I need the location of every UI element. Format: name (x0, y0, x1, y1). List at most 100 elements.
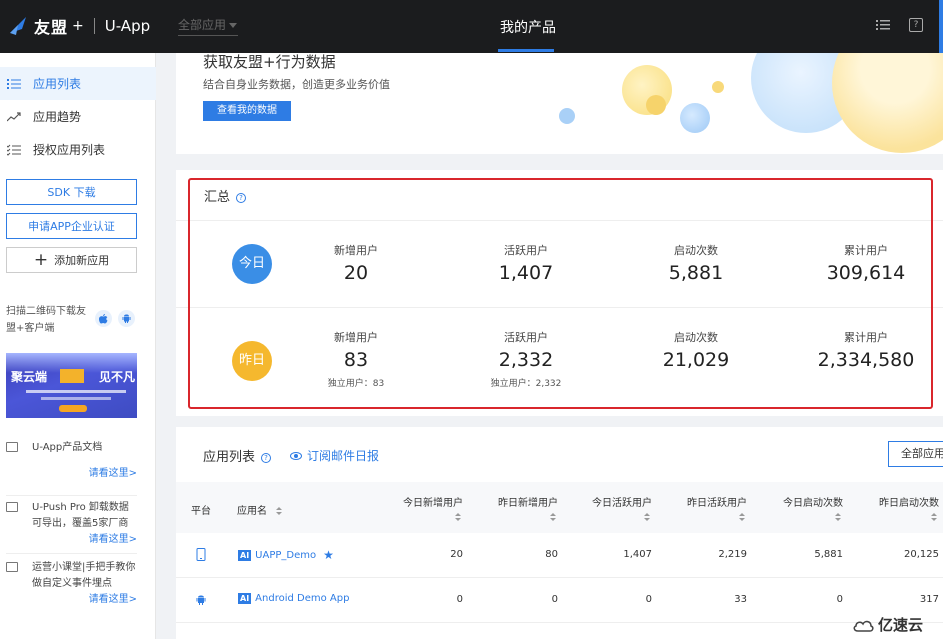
sort-icon (644, 513, 652, 522)
nav-my-products[interactable]: 我的产品 (500, 17, 556, 37)
cloud-icon (853, 620, 874, 632)
decor-circle (680, 103, 710, 133)
top-bar: 友盟 + U-App 全部应用 我的产品 ? (0, 0, 943, 53)
apple-icon[interactable] (95, 310, 112, 327)
banner-title-left: 聚云端 (11, 370, 48, 384)
enterprise-cert-button[interactable]: 申请APP企业认证 (6, 213, 137, 239)
view-my-data-button[interactable]: 查看我的数据 (203, 101, 291, 121)
table-row[interactable]: AI UAPP_Demo ★ 20 80 1,407 2,219 5,881 2… (176, 534, 943, 578)
column-header-today-launches[interactable]: 今日启动次数 (783, 494, 843, 522)
column-header-label: 今日活跃用户 (592, 498, 652, 509)
checklist-icon (7, 144, 21, 156)
star-icon[interactable]: ★ (323, 548, 334, 562)
doc-link[interactable]: 请看这里> (6, 466, 137, 482)
promo-title: 获取友盟+行为数据 (203, 53, 336, 71)
sort-icon (276, 507, 284, 516)
column-header-yesterday-new[interactable]: 昨日新增用户 (498, 494, 558, 522)
subscribe-label: 订阅邮件日报 (307, 449, 380, 463)
list-icon[interactable] (876, 18, 890, 32)
sort-icon (835, 513, 843, 522)
divider (6, 553, 137, 554)
sort-icon (455, 513, 463, 522)
table-header: 平台 应用名 今日新增用户 昨日新增用户 今日活跃用户 昨日活跃用户 今日启动次… (176, 482, 943, 533)
plus-icon: + (33, 249, 49, 270)
help-icon[interactable]: ? (909, 18, 923, 32)
app-name-link[interactable]: AI Android Demo App (238, 593, 349, 604)
watermark-text: 亿速云 (878, 616, 924, 634)
app-selector[interactable]: 全部应用 (178, 16, 238, 36)
banner-emblem (60, 369, 84, 383)
doc-text: U-App产品文档 (32, 442, 103, 453)
cell-yesterday-launches: 317 (919, 594, 939, 605)
app-list-panel: 应用列表? 订阅邮件日报 全部应用 平台 应用名 今日新增用户 昨日新增用户 今… (176, 427, 943, 639)
decor-circle (646, 95, 666, 115)
book-icon (6, 442, 18, 452)
promo-card: 获取友盟+行为数据 结合自身业务数据，创造更多业务价值 查看我的数据 (176, 53, 943, 154)
sidebar-item-authorized-apps[interactable]: 授权应用列表 (0, 133, 156, 166)
help-icon[interactable]: ? (261, 453, 272, 463)
cell-today-new: 20 (450, 549, 463, 560)
qr-download-text: 扫描二维码下载友盟+客户端 (6, 306, 86, 334)
book-icon (6, 502, 18, 512)
banner-subtitle-line-2 (41, 397, 111, 400)
app-name: UAPP_Demo (255, 549, 317, 561)
column-header-label: 今日启动次数 (783, 498, 843, 509)
banner-subtitle-line (26, 390, 126, 393)
cell-yesterday-launches: 20,125 (904, 549, 939, 560)
sidebar-item-app-trend[interactable]: 应用趋势 (0, 100, 156, 133)
all-apps-button[interactable]: 全部应用 (888, 441, 943, 467)
phone-icon (196, 548, 206, 561)
eye-icon (290, 451, 302, 460)
promo-banner[interactable]: 聚云端 见不凡 (6, 353, 137, 418)
doc-text: 运营小课堂|手把手教你做自定义事件埋点 (32, 562, 136, 589)
sort-icon (931, 513, 939, 522)
top-edge-accent (939, 0, 943, 53)
cell-today-launches: 5,881 (814, 549, 843, 560)
column-header-today-active[interactable]: 今日活跃用户 (592, 494, 652, 522)
cell-yesterday-active: 33 (734, 594, 747, 605)
sort-icon (550, 513, 558, 522)
brand-plus: + (72, 18, 84, 34)
column-header-label: 昨日活跃用户 (687, 498, 747, 509)
divider (6, 495, 137, 496)
doc-item: U-Push Pro 卸载数据可导出，覆盖5家厂商 请看这里> (6, 500, 137, 548)
cell-today-launches: 0 (836, 594, 843, 605)
logo[interactable]: 友盟 + U-App (8, 14, 150, 38)
table-row[interactable]: AI Android Demo App 0 0 0 33 0 317 (176, 579, 943, 623)
cell-yesterday-active: 2,219 (718, 549, 747, 560)
trend-icon (7, 111, 21, 121)
column-header-yesterday-active[interactable]: 昨日活跃用户 (687, 494, 747, 522)
android-icon (196, 595, 206, 605)
book-icon (6, 562, 18, 572)
app-name: Android Demo App (255, 593, 350, 604)
app-name-link[interactable]: AI UAPP_Demo ★ (238, 548, 334, 562)
add-app-button[interactable]: + 添加新应用 (6, 247, 137, 273)
cell-today-active: 0 (645, 594, 652, 605)
column-header-label: 应用名 (237, 506, 267, 517)
cell-yesterday-new: 0 (551, 594, 558, 605)
cell-today-active: 1,407 (623, 549, 652, 560)
app-list-title-text: 应用列表 (203, 450, 256, 465)
app-list-title: 应用列表? (203, 446, 272, 465)
decor-circle (712, 81, 724, 93)
cell-today-new: 0 (456, 594, 463, 605)
doc-link[interactable]: 请看这里> (6, 592, 137, 608)
sdk-download-button[interactable]: SDK 下载 (6, 179, 137, 205)
android-icon[interactable] (118, 310, 135, 327)
column-header-yesterday-launches[interactable]: 昨日启动次数 (879, 494, 939, 522)
ai-tag: AI (238, 549, 252, 561)
banner-cta (59, 405, 87, 412)
sidebar-item-label: 授权应用列表 (33, 143, 106, 157)
column-header-app-name[interactable]: 应用名 (237, 502, 284, 517)
sidebar-item-label: 应用列表 (33, 77, 82, 91)
doc-item: 运营小课堂|手把手教你做自定义事件埋点 请看这里> (6, 560, 137, 608)
decor-circle (559, 108, 575, 124)
doc-link[interactable]: 请看这里> (6, 532, 137, 548)
sidebar-item-app-list[interactable]: 应用列表 (0, 67, 156, 100)
subscribe-daily-report-link[interactable]: 订阅邮件日报 (290, 447, 379, 464)
app-selector-value: 全部应用 (178, 18, 227, 32)
column-header-today-new[interactable]: 今日新增用户 (403, 494, 463, 522)
sidebar-item-label: 应用趋势 (33, 110, 82, 124)
column-header-label: 昨日新增用户 (498, 498, 558, 509)
watermark: 亿速云 (852, 614, 923, 635)
